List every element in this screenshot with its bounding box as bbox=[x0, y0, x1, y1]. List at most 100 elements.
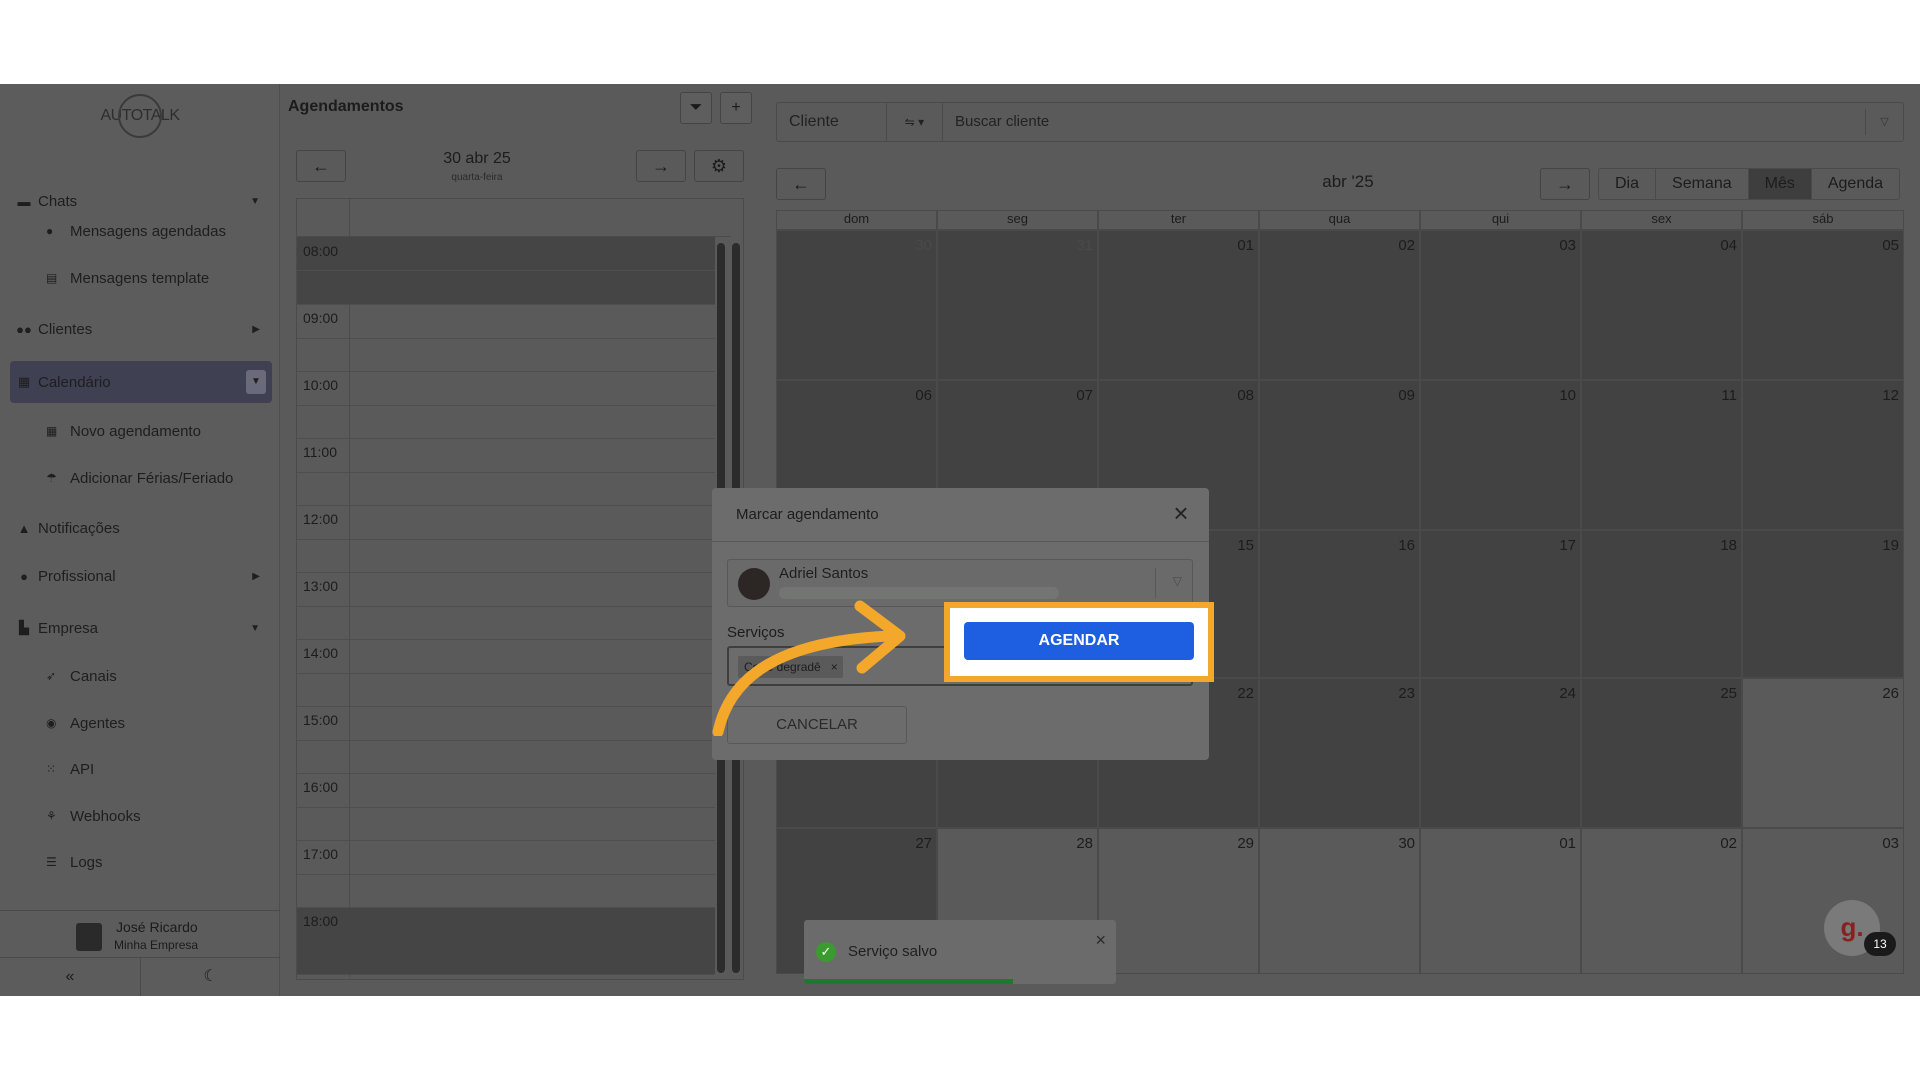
time-slot[interactable] bbox=[297, 941, 715, 975]
calendar-day-cell[interactable]: 11 bbox=[1581, 380, 1742, 530]
sidebar-item-mensagens-agendadas[interactable]: ● Mensagens agendadas bbox=[46, 216, 226, 246]
sidebar-item-novo-agendamento[interactable]: ▦ Novo agendamento bbox=[46, 416, 201, 446]
prev-day-button[interactable]: ← bbox=[296, 150, 346, 182]
time-slot[interactable] bbox=[297, 271, 715, 305]
time-slot[interactable] bbox=[297, 606, 715, 640]
next-day-button[interactable]: → bbox=[636, 150, 686, 182]
time-slot[interactable] bbox=[297, 472, 715, 506]
sidebar-item-calendario[interactable]: ▦ Calendário ▼ bbox=[10, 361, 272, 403]
time-slot[interactable] bbox=[297, 237, 715, 271]
settings-button[interactable]: ⚙ bbox=[694, 150, 744, 182]
calendar-day-cell[interactable]: 09 bbox=[1259, 380, 1420, 530]
calendar-day-cell[interactable]: 02 bbox=[1259, 230, 1420, 380]
time-slot[interactable] bbox=[297, 807, 715, 841]
sidebar-item-notificacoes[interactable]: ▲ Notificações bbox=[10, 507, 272, 549]
calendar-day-cell[interactable]: 12 bbox=[1742, 380, 1904, 530]
time-slot[interactable] bbox=[297, 305, 715, 339]
sidebar-item-webhooks[interactable]: ⚘ Webhooks bbox=[46, 801, 141, 831]
close-button[interactable]: × bbox=[1167, 500, 1195, 528]
calendar-day-cell[interactable]: 17 bbox=[1420, 530, 1581, 678]
time-slot[interactable] bbox=[297, 707, 715, 741]
time-slot[interactable] bbox=[297, 405, 715, 439]
theme-toggle-button[interactable]: ☾ bbox=[140, 958, 280, 996]
time-slot[interactable] bbox=[297, 372, 715, 406]
chevron-down-icon[interactable]: ▼ bbox=[246, 370, 266, 394]
chevron-down-icon: ▼ bbox=[250, 195, 260, 207]
time-slot[interactable] bbox=[297, 673, 715, 707]
calendar-day-cell[interactable]: 19 bbox=[1742, 530, 1904, 678]
sidebar-item-api[interactable]: ⁙ API bbox=[46, 754, 94, 784]
prev-month-button[interactable]: ← bbox=[776, 168, 826, 200]
calendar-day-cell[interactable]: 16 bbox=[1259, 530, 1420, 678]
user-profile[interactable]: José Ricardo Minha Empresa bbox=[0, 910, 280, 958]
sidebar-item-clientes[interactable]: ●● Clientes ▶ bbox=[10, 308, 272, 350]
sidebar-item-ferias-feriado[interactable]: ☂ Adicionar Férias/Feriado bbox=[46, 463, 233, 493]
time-slot[interactable] bbox=[297, 908, 715, 942]
filter-toggle-button[interactable]: ⇋ ▾ bbox=[887, 103, 943, 141]
pointer-arrow-icon bbox=[712, 600, 906, 736]
time-slot[interactable] bbox=[297, 573, 715, 607]
time-slot[interactable] bbox=[297, 539, 715, 573]
time-slot[interactable] bbox=[297, 439, 715, 473]
hour-label: 17:00 bbox=[303, 846, 339, 862]
chevron-down-icon[interactable]: ▽ bbox=[1173, 574, 1182, 588]
time-slot[interactable] bbox=[297, 506, 715, 540]
calendar-day-cell[interactable]: 05 bbox=[1742, 230, 1904, 380]
view-week-button[interactable]: Semana bbox=[1655, 169, 1748, 199]
calendar-day-cell[interactable]: 24 bbox=[1420, 678, 1581, 828]
time-slot[interactable] bbox=[297, 774, 715, 808]
view-switcher: Dia Semana Mês Agenda bbox=[1598, 168, 1901, 200]
calendar-day-cell[interactable]: 10 bbox=[1420, 380, 1581, 530]
calendar-day-cell[interactable]: 26 bbox=[1742, 678, 1904, 828]
chevron-right-icon: ▶ bbox=[252, 323, 260, 335]
chevron-down-icon: ▼ bbox=[250, 622, 260, 634]
time-slot[interactable] bbox=[297, 841, 715, 875]
template-icon: ▤ bbox=[46, 271, 58, 285]
add-button[interactable]: + bbox=[720, 92, 752, 124]
sidebar-item-empresa[interactable]: ▙ Empresa ▼ bbox=[10, 607, 272, 649]
calendar-day-cell[interactable]: 18 bbox=[1581, 530, 1742, 678]
toast-close-button[interactable]: × bbox=[1095, 930, 1106, 951]
user-tie-icon: ● bbox=[20, 568, 28, 584]
calendar-day-cell[interactable]: 01 bbox=[1420, 828, 1581, 974]
chevron-down-icon[interactable]: ▽ bbox=[1865, 109, 1903, 135]
calendar-day-cell[interactable]: 23 bbox=[1259, 678, 1420, 828]
calendar-day-cell[interactable]: 03 bbox=[1420, 230, 1581, 380]
calendar-day-cell[interactable]: 25 bbox=[1581, 678, 1742, 828]
close-icon: × bbox=[1173, 498, 1189, 528]
day-number: 26 bbox=[1882, 685, 1899, 702]
app-window: AUTOTALK ▬ Chats ▼ ● Mensagens agendadas… bbox=[0, 84, 1920, 996]
filter-button[interactable]: ⏷ bbox=[680, 92, 712, 124]
sidebar-item-mensagens-template[interactable]: ▤ Mensagens template bbox=[46, 263, 209, 293]
time-slot[interactable] bbox=[297, 338, 715, 372]
sidebar-item-profissional[interactable]: ● Profissional ▶ bbox=[10, 555, 272, 597]
day-number: 05 bbox=[1882, 237, 1899, 254]
schedule-header bbox=[297, 199, 731, 237]
calendar-day-cell[interactable]: 01 bbox=[1098, 230, 1259, 380]
time-slot[interactable] bbox=[297, 874, 715, 908]
agendar-button[interactable]: AGENDAR bbox=[964, 622, 1194, 660]
calendar-day-cell[interactable]: 30 bbox=[1259, 828, 1420, 974]
day-number: 03 bbox=[1559, 237, 1576, 254]
sidebar-item-agentes[interactable]: ◉ Agentes bbox=[46, 708, 125, 738]
hour-label: 08:00 bbox=[303, 243, 339, 259]
calendar-day-cell[interactable]: 29 bbox=[1098, 828, 1259, 974]
calendar-day-cell[interactable]: 31 bbox=[937, 230, 1098, 380]
view-day-button[interactable]: Dia bbox=[1599, 169, 1655, 199]
collapse-sidebar-button[interactable]: « bbox=[0, 958, 140, 996]
client-search-input[interactable]: Buscar cliente bbox=[955, 103, 1049, 141]
umbrella-icon: ☂ bbox=[46, 471, 57, 485]
view-agenda-button[interactable]: Agenda bbox=[1810, 169, 1899, 199]
calendar-day-cell[interactable]: 02 bbox=[1581, 828, 1742, 974]
sidebar-item-canais[interactable]: ➶ Canais bbox=[46, 661, 117, 691]
day-number: 11 bbox=[1721, 387, 1737, 404]
time-slot[interactable] bbox=[297, 640, 715, 674]
time-slot[interactable] bbox=[297, 740, 715, 774]
client-filter-label[interactable]: Cliente bbox=[777, 103, 887, 141]
view-month-button[interactable]: Mês bbox=[1747, 169, 1811, 199]
calendar-day-cell[interactable]: 30 bbox=[776, 230, 937, 380]
hour-label: 11:00 bbox=[303, 444, 337, 460]
next-month-button[interactable]: → bbox=[1540, 168, 1590, 200]
sidebar-item-logs[interactable]: ☰ Logs bbox=[46, 847, 103, 877]
calendar-day-cell[interactable]: 04 bbox=[1581, 230, 1742, 380]
